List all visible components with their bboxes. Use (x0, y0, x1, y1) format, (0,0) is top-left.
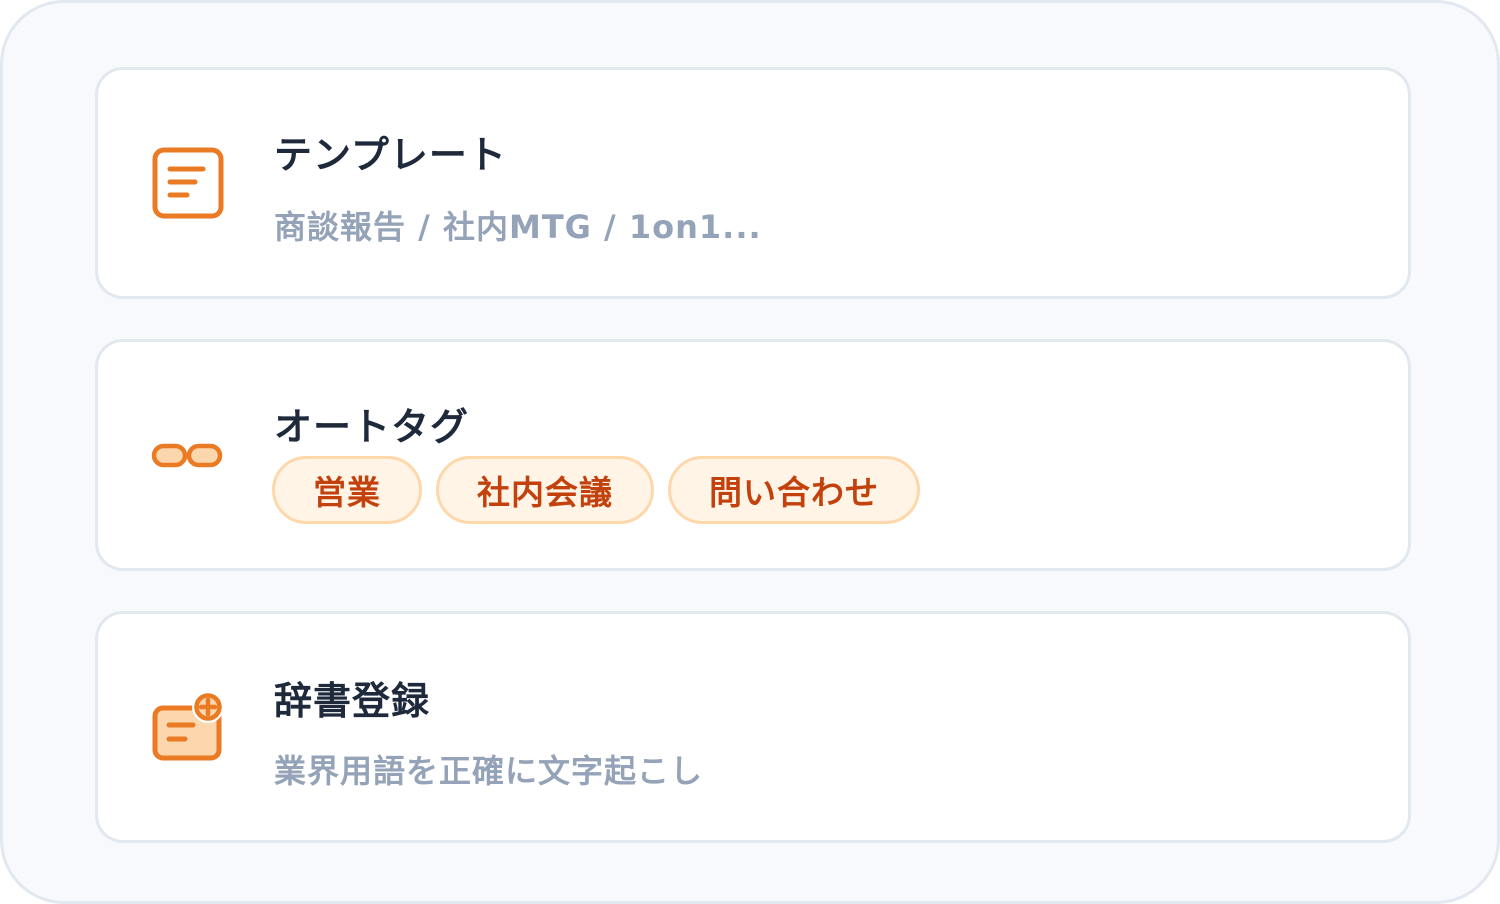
dictionary-add-icon (150, 688, 226, 764)
tag-chip[interactable]: 営業 (272, 456, 422, 524)
document-icon (150, 144, 226, 220)
tag-chip[interactable]: 社内会議 (436, 456, 654, 524)
card-subtitle: 商談報告 / 社内MTG / 1on1... (274, 208, 762, 246)
card-title: 辞書登録 (274, 679, 431, 723)
template-card[interactable]: テンプレート 商談報告 / 社内MTG / 1on1... (95, 67, 1411, 299)
card-title: テンプレート (274, 133, 507, 177)
feature-panel: テンプレート 商談報告 / 社内MTG / 1on1... オートタグ 営業 社… (0, 0, 1500, 904)
tag-link-icon (150, 418, 226, 494)
tag-list: 営業 社内会議 問い合わせ (272, 456, 920, 524)
dictionary-card[interactable]: 辞書登録 業界用語を正確に文字起こし (95, 611, 1411, 843)
card-subtitle: 業界用語を正確に文字起こし (274, 752, 704, 790)
auto-tag-card[interactable]: オートタグ 営業 社内会議 問い合わせ (95, 339, 1411, 571)
card-title: オートタグ (274, 405, 470, 449)
tag-chip[interactable]: 問い合わせ (668, 456, 920, 524)
